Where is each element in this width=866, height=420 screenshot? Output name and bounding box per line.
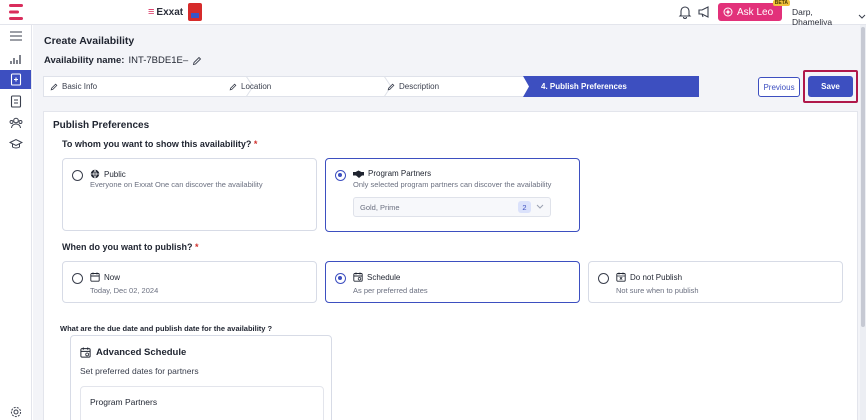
program-partners-title: Program Partners <box>90 397 158 407</box>
pencil-icon <box>50 83 58 91</box>
step-location[interactable]: Location <box>229 76 271 97</box>
radio-do-not-publish[interactable] <box>598 273 609 284</box>
chevron-down-icon <box>536 204 544 212</box>
edit-pencil-icon[interactable] <box>192 56 202 66</box>
sidebar <box>0 25 32 420</box>
user-menu[interactable]: Darp, Dhameliya <box>792 7 866 27</box>
option-title-text: Public <box>104 169 126 179</box>
selected-count-badge: 2 <box>518 201 531 213</box>
beta-badge: BETA <box>772 0 790 6</box>
stepper: Basic Info Location Description 4. Publi… <box>43 76 699 97</box>
step-label: Basic Info <box>62 82 98 91</box>
question-when: When do you want to publish? * <box>62 242 199 252</box>
brand-logo[interactable]: ≡ Exxat <box>148 6 183 18</box>
option-title-text: Program Partners <box>368 169 432 178</box>
option-title-text: Now <box>104 272 121 282</box>
vertical-scrollbar[interactable] <box>860 25 866 420</box>
advanced-schedule-title: Advanced Schedule <box>80 347 186 358</box>
step-publish-preferences[interactable]: 4. Publish Preferences <box>541 76 627 97</box>
publish-preferences-card: Publish Preferences To whom you want to … <box>43 111 858 420</box>
bell-icon[interactable] <box>678 5 692 19</box>
brand-mark-icon: ≡ <box>148 6 155 18</box>
step-label: Description <box>399 82 440 91</box>
top-bar: ≡ Exxat Ask Leo BETA Darp, Dhameliya <box>0 0 866 27</box>
settings-gear-icon[interactable] <box>9 405 23 419</box>
radio-now[interactable] <box>72 273 83 284</box>
advanced-schedule-title-text: Advanced Schedule <box>96 347 187 358</box>
partners-select[interactable]: Gold, Prime 2 <box>353 197 551 217</box>
handshake-icon <box>353 170 364 178</box>
option-public[interactable]: Public Everyone on Exxat One can discove… <box>62 158 317 231</box>
calendar-icon <box>90 272 100 282</box>
option-title: Do not Publish <box>616 272 682 282</box>
previous-button[interactable]: Previous <box>758 77 800 97</box>
graduation-cap-icon[interactable] <box>9 137 23 151</box>
step-description[interactable]: Description <box>387 76 439 97</box>
scrollbar-thumb[interactable] <box>861 27 865 327</box>
sparkle-icon <box>723 7 733 17</box>
megaphone-icon[interactable] <box>697 5 711 19</box>
program-partners-schedule: Program Partners <box>80 386 324 420</box>
step-label: Location <box>241 82 272 91</box>
availability-name-label: Availability name: <box>44 55 125 66</box>
availability-name: Availability name: INT-7BDE1E– <box>44 55 202 66</box>
pencil-icon <box>229 83 237 91</box>
question-text: To whom you want to show this availabili… <box>62 139 252 149</box>
required-mark: * <box>195 242 199 252</box>
step-label: 4. Publish Preferences <box>541 82 627 91</box>
advanced-schedule-panel: Advanced Schedule Set preferred dates fo… <box>70 335 332 420</box>
users-icon[interactable] <box>9 116 23 130</box>
option-subtitle: Today, Dec 02, 2024 <box>90 286 159 295</box>
availability-name-value: INT-7BDE1E– <box>128 55 189 66</box>
page-title: Create Availability <box>44 35 135 47</box>
user-name: Darp, Dhameliya <box>792 7 833 27</box>
save-button[interactable]: Save <box>808 76 853 97</box>
required-mark: * <box>253 139 258 149</box>
calendar-schedule-icon <box>353 272 363 282</box>
option-title-text: Schedule <box>367 272 401 282</box>
option-subtitle: Everyone on Exxat One can discover the a… <box>90 180 263 189</box>
partners-select-value: Gold, Prime <box>360 202 400 212</box>
ask-leo-label: Ask Leo <box>737 6 774 18</box>
section-title: Publish Preferences <box>53 120 150 131</box>
brand-name: Exxat <box>156 6 184 18</box>
option-subtitle: As per preferred dates <box>353 286 428 295</box>
option-subtitle: Only selected program partners can disco… <box>353 180 552 189</box>
option-title-text: Do not Publish <box>630 272 683 282</box>
step-basic-info[interactable]: Basic Info <box>50 76 97 97</box>
ask-leo-button[interactable]: Ask Leo BETA <box>718 0 790 21</box>
document-icon[interactable] <box>9 94 23 108</box>
option-title: Schedule <box>353 272 400 282</box>
question-dates: What are the due date and publish date f… <box>60 324 273 333</box>
option-now[interactable]: Now Today, Dec 02, 2024 <box>62 261 317 303</box>
globe-icon <box>90 169 100 179</box>
radio-program-partners[interactable] <box>335 170 346 181</box>
app-logo-icon[interactable] <box>9 4 23 20</box>
chevron-down-icon <box>858 14 866 20</box>
main-content: Create Availability Availability name: I… <box>33 25 866 420</box>
analytics-icon[interactable] <box>9 52 23 66</box>
option-title: Now <box>90 272 120 282</box>
option-program-partners[interactable]: Program Partners Only selected program p… <box>325 158 580 232</box>
option-subtitle: Not sure when to publish <box>616 286 699 295</box>
option-title: Public <box>90 169 126 179</box>
advanced-schedule-subtitle: Set preferred dates for partners <box>80 366 199 376</box>
create-availability-nav-icon[interactable] <box>0 70 31 89</box>
option-do-not-publish[interactable]: Do not Publish Not sure when to publish <box>588 261 843 303</box>
radio-public[interactable] <box>72 170 83 181</box>
option-schedule[interactable]: Schedule As per preferred dates <box>325 261 580 303</box>
award-badge-icon <box>188 3 202 21</box>
calendar-x-icon <box>616 272 626 282</box>
pencil-icon <box>387 83 395 91</box>
option-title: Program Partners <box>353 169 431 178</box>
radio-schedule[interactable] <box>335 273 346 284</box>
calendar-clock-icon <box>80 347 91 358</box>
hamburger-menu-icon[interactable] <box>9 29 23 43</box>
question-who: To whom you want to show this availabili… <box>62 139 257 149</box>
question-text: When do you want to publish? <box>62 242 193 252</box>
